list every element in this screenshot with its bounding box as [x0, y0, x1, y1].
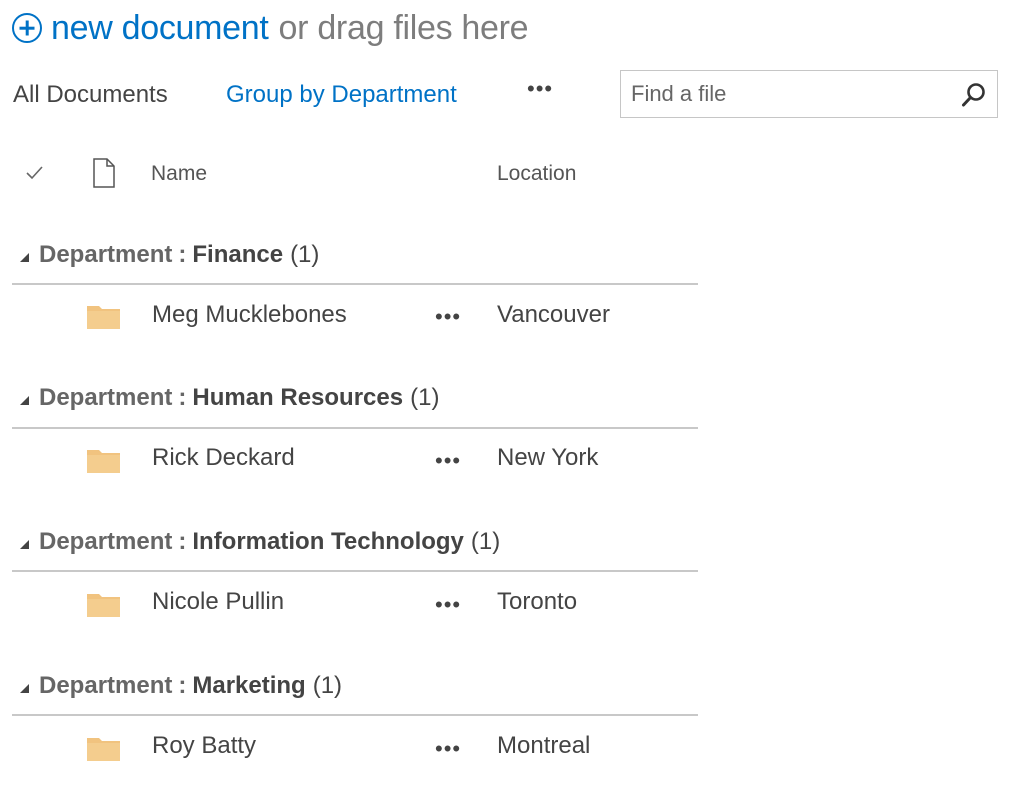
folder-icon — [87, 306, 120, 329]
group-separator: : — [178, 384, 187, 411]
group-divider — [12, 283, 698, 285]
item-more-button[interactable]: ••• — [435, 446, 461, 476]
group-count: (1) — [312, 672, 343, 699]
collapse-triangle-icon[interactable] — [20, 683, 29, 693]
group-value: Information Technology — [192, 528, 464, 555]
group-header-information-technology[interactable]: Department : Information Technology (1) — [20, 525, 500, 559]
group-count: (1) — [410, 384, 440, 411]
group-count: (1) — [290, 241, 320, 268]
search-icon[interactable] — [961, 82, 987, 108]
group-value: Human Resources — [192, 384, 404, 411]
item-location: New York — [497, 444, 599, 471]
new-document-link[interactable]: new document — [51, 9, 269, 48]
item-more-button[interactable]: ••• — [435, 734, 461, 764]
column-header-location[interactable]: Location — [497, 160, 576, 188]
collapse-triangle-icon[interactable] — [20, 539, 29, 549]
group-separator: : — [178, 672, 187, 699]
folder-icon — [87, 450, 120, 473]
item-location: Vancouver — [497, 301, 610, 328]
group-field: Department — [39, 384, 173, 411]
group-separator: : — [178, 528, 187, 555]
item-more-button[interactable]: ••• — [435, 302, 461, 332]
checkmark-icon[interactable] — [24, 162, 46, 184]
search-input[interactable] — [631, 79, 941, 109]
group-divider — [12, 714, 698, 716]
group-value: Marketing — [192, 672, 306, 699]
add-circle-icon[interactable] — [12, 13, 42, 43]
item-name-link[interactable]: Nicole Pullin — [152, 587, 284, 617]
group-count: (1) — [470, 528, 501, 555]
group-field: Department — [39, 241, 173, 268]
group-header-marketing[interactable]: Department : Marketing (1) — [20, 669, 342, 703]
group-field: Department — [39, 672, 173, 699]
drag-files-hint: or drag files here — [278, 8, 529, 47]
item-location: Montreal — [497, 732, 591, 759]
group-header-finance[interactable]: Department : Finance (1) — [20, 238, 319, 272]
view-group-by-department[interactable]: Group by Department — [226, 80, 457, 110]
folder-icon — [87, 738, 120, 761]
view-all-documents[interactable]: All Documents — [13, 80, 168, 110]
item-more-button[interactable]: ••• — [435, 590, 461, 620]
group-header-human-resources[interactable]: Department : Human Resources (1) — [20, 381, 439, 415]
group-field: Department — [39, 528, 173, 555]
collapse-triangle-icon[interactable] — [20, 395, 29, 405]
item-name-link[interactable]: Rick Deckard — [152, 443, 295, 473]
document-icon — [93, 158, 115, 188]
group-divider — [12, 427, 698, 429]
collapse-triangle-icon[interactable] — [20, 252, 29, 262]
group-divider — [12, 570, 698, 572]
group-value: Finance — [192, 241, 284, 268]
search-box — [620, 70, 998, 118]
group-separator: : — [178, 241, 187, 268]
item-location: Toronto — [497, 588, 578, 615]
folder-icon — [87, 594, 120, 617]
new-document-bar: new document or drag files here — [12, 6, 529, 50]
item-name-link[interactable]: Meg Mucklebones — [152, 300, 347, 330]
views-more-button[interactable]: ••• — [527, 76, 553, 102]
column-header-name[interactable]: Name — [151, 160, 207, 188]
item-name-link[interactable]: Roy Batty — [152, 731, 256, 761]
